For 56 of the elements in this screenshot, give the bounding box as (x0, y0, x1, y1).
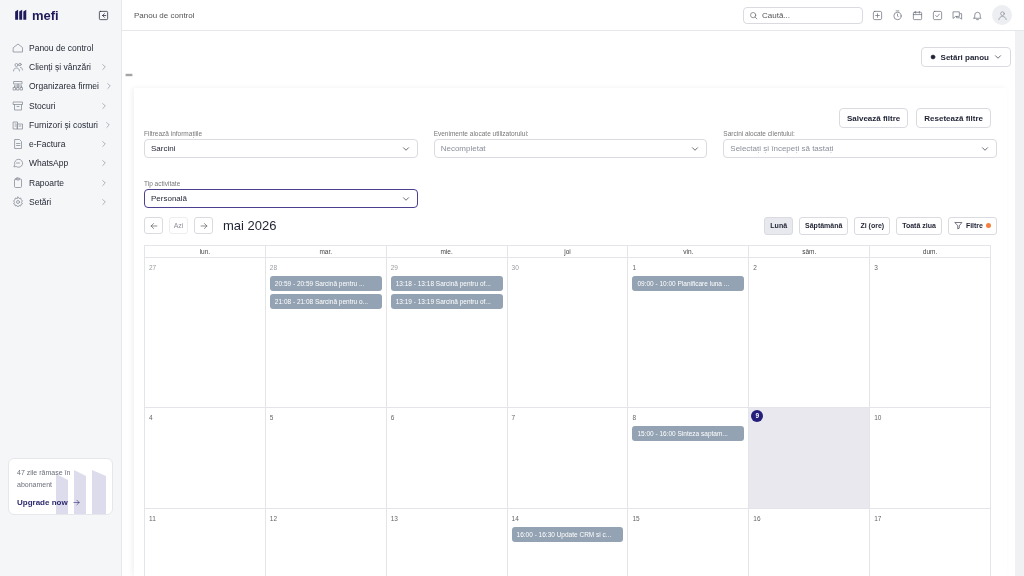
next-button[interactable] (194, 217, 213, 234)
person-icon (996, 9, 1008, 21)
chevron-right-icon (99, 139, 109, 150)
upgrade-link[interactable]: Upgrade now (17, 498, 81, 507)
messages-icon (952, 9, 963, 21)
settings-icon (12, 196, 24, 208)
brand-name: mefi (32, 7, 59, 23)
box-icon (12, 99, 24, 112)
clipboard-icon (12, 176, 24, 189)
sidebar-item[interactable]: Clienți și vânzări (8, 57, 113, 77)
chevron-right-icon (99, 61, 109, 72)
sidebar-item[interactable]: Organizarea firmei (8, 76, 113, 96)
calendar-title: mai 2026 (223, 218, 278, 233)
timer-icon (892, 9, 903, 21)
filter-button[interactable]: Salvează filtre (838, 108, 909, 128)
sidebar-item[interactable]: Stocuri (8, 95, 113, 116)
user-avatar[interactable] (992, 5, 1012, 25)
document-icon (12, 138, 24, 151)
sidebar-item[interactable]: WhatsApp (8, 153, 113, 174)
search-field[interactable]: Caută... (743, 6, 863, 24)
home-icon (12, 41, 24, 54)
filter-button[interactable]: Resetează filtre (916, 108, 991, 128)
panel-settings-button[interactable]: Setări panou (920, 47, 1011, 67)
scrollbar[interactable] (1015, 31, 1024, 576)
breadcrumb: Panou de control (134, 10, 196, 20)
dropdown-field[interactable]: Selectați și începeți să tastați (723, 139, 997, 158)
chevron-right-icon (99, 177, 109, 188)
add-icon (872, 9, 883, 21)
sidebar-item[interactable]: e-Factura (8, 134, 113, 154)
dropdown-field[interactable]: Sarcini (144, 139, 418, 158)
chat-bubble-icon (12, 157, 24, 170)
buildings-icon (12, 118, 24, 131)
calendar-icon (912, 9, 923, 21)
dropdown-field[interactable]: Necompletat (433, 139, 708, 158)
sidebar-item[interactable]: Setări (8, 192, 113, 212)
filter-icon (953, 221, 963, 230)
chevron-right-icon (99, 158, 109, 169)
chevron-right-icon (99, 197, 109, 207)
drag-handle-icon (125, 71, 133, 79)
sidebar-item[interactable]: Furnizori și costuri (8, 115, 113, 135)
previous-button[interactable] (144, 217, 163, 234)
dropdown-field[interactable]: Personală (144, 189, 418, 208)
logo-icon (14, 8, 28, 22)
search-icon (749, 10, 758, 20)
arrow-right-icon (198, 220, 209, 231)
hierarchy-icon (12, 80, 24, 93)
arrow-left-icon (148, 220, 159, 231)
sidebar-item[interactable]: Panou de control (8, 38, 113, 58)
sidebar-item[interactable]: Rapoarte (8, 173, 113, 193)
chevron-right-icon (99, 100, 109, 111)
collapse-sidebar-icon (98, 9, 109, 21)
users-icon (12, 60, 24, 73)
arrow-right-icon (71, 498, 81, 507)
chevron-down-icon (993, 52, 1003, 62)
checkbox-icon (932, 9, 943, 21)
bell-icon (972, 9, 983, 21)
